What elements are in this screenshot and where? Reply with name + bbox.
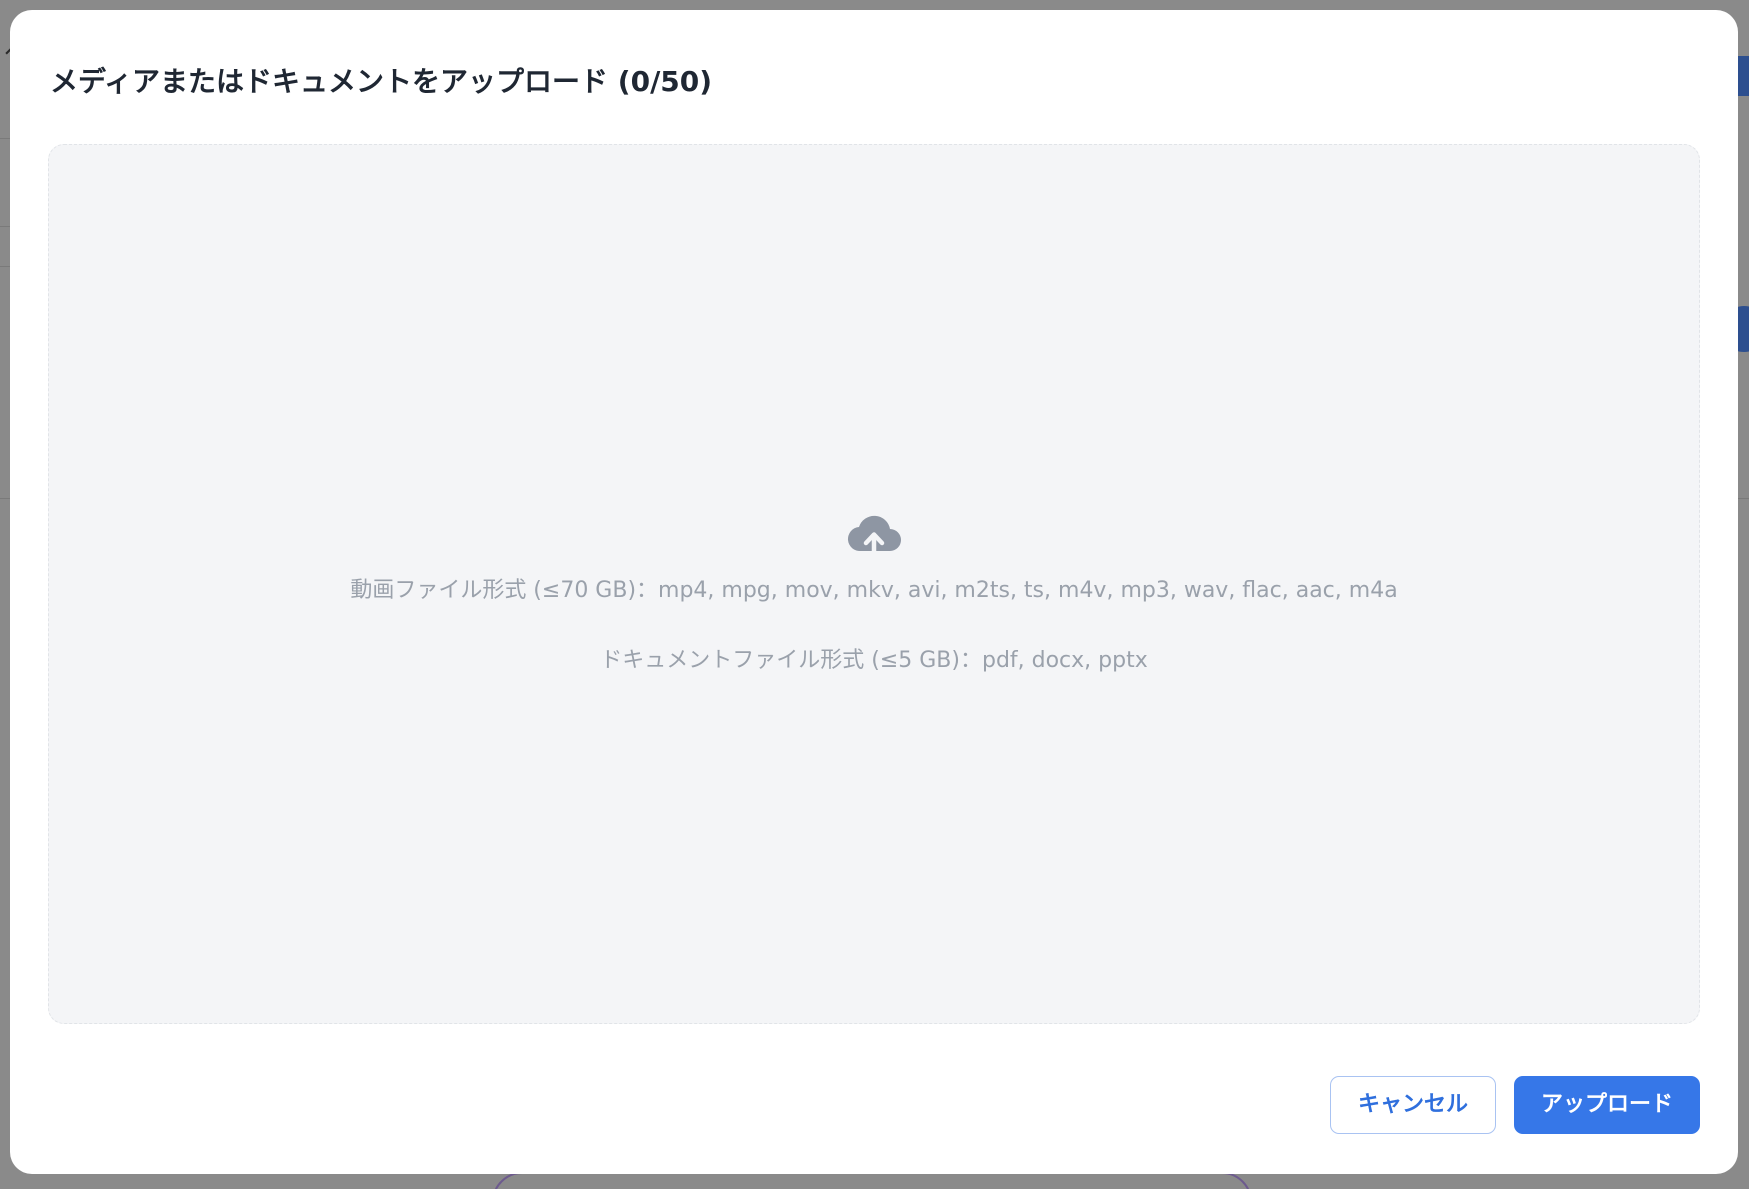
file-dropzone[interactable]: 動画ファイル形式 (≤70 GB)：mp4, mpg, mov, mkv, av… [48,144,1700,1024]
cancel-button[interactable]: キャンセル [1330,1076,1496,1134]
background-pill-outline [492,1172,1252,1189]
modal-title: メディアまたはドキュメントをアップロード (0/50) [50,65,713,98]
upload-modal: メディアまたはドキュメントをアップロード (0/50) 動画ファイル形式 (≤7… [10,10,1738,1174]
document-format-info: ドキュメントファイル形式 (≤5 GB)：pdf, docx, pptx [600,648,1148,673]
upload-button[interactable]: アップロード [1514,1076,1700,1134]
background-divider [1737,498,1749,499]
cloud-upload-icon [847,515,901,561]
video-format-info: 動画ファイル形式 (≤70 GB)：mp4, mpg, mov, mkv, av… [350,578,1398,603]
